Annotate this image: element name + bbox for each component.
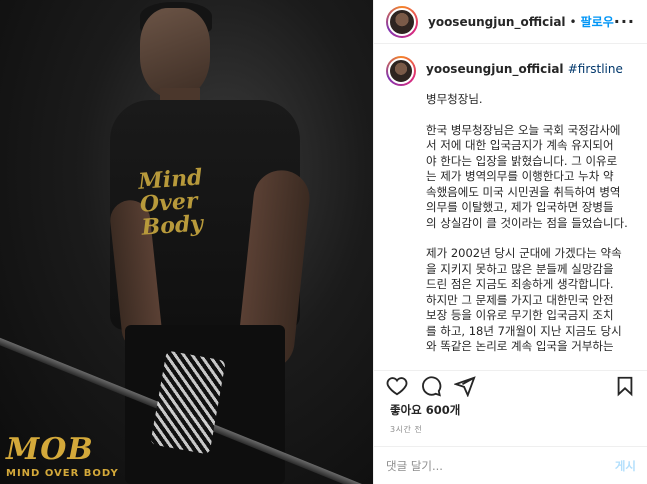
hashtag-link[interactable]: #firstline <box>568 62 623 76</box>
username-link[interactable]: yooseungjun_official <box>428 15 566 29</box>
post-timestamp[interactable]: 3시간 전 <box>390 424 422 435</box>
bookmark-icon[interactable] <box>614 375 636 397</box>
post-comment-button[interactable]: 게시 <box>615 458 636 474</box>
likes-count[interactable]: 좋아요 600개 <box>390 402 460 418</box>
caption-paragraph: 제가 2002년 당시 군대에 가겠다는 약속 을 지키지 못하고 많은 분들께… <box>426 246 622 353</box>
avatar[interactable] <box>386 5 418 38</box>
caption-paragraph: 한국 병무청장님은 오늘 국회 국정감사에 서 저에 대한 입국금지가 계속 유… <box>426 122 628 230</box>
comment-bar: 게시 <box>374 446 647 484</box>
caption-header: yooseungjun_official #firstline <box>386 56 635 86</box>
comment-input[interactable] <box>386 458 615 473</box>
post-photo[interactable]: Mind Over Body MOB MIND OVER BODY <box>0 0 373 484</box>
heart-icon[interactable] <box>386 375 408 397</box>
separator-dot: • <box>569 14 577 29</box>
caption-paragraph: 병무청장님. <box>426 92 483 106</box>
comment-icon[interactable] <box>420 375 442 397</box>
follow-button[interactable]: 팔로우 <box>581 13 614 30</box>
post-sidebar: yooseungjun_official • 팔로우 ··· yooseungj… <box>373 0 647 484</box>
action-bar <box>374 370 647 400</box>
post-header: yooseungjun_official • 팔로우 ··· <box>374 0 647 44</box>
caption-area: yooseungjun_official #firstline 병무청장님. 한… <box>374 44 647 366</box>
caption-username-link[interactable]: yooseungjun_official <box>426 62 564 76</box>
ellipsis-icon[interactable]: ··· <box>614 12 635 31</box>
mob-logo: MOB <box>6 432 94 467</box>
shirt-print: Mind Over Body <box>138 164 223 240</box>
share-icon[interactable] <box>454 375 476 397</box>
avatar[interactable] <box>386 56 416 86</box>
caption-text: 병무청장님. 한국 병무청장님은 오늘 국회 국정감사에 서 저에 대한 입국금… <box>426 92 635 355</box>
mob-logo-subtitle: MIND OVER BODY <box>6 468 119 479</box>
person-head <box>140 8 210 98</box>
